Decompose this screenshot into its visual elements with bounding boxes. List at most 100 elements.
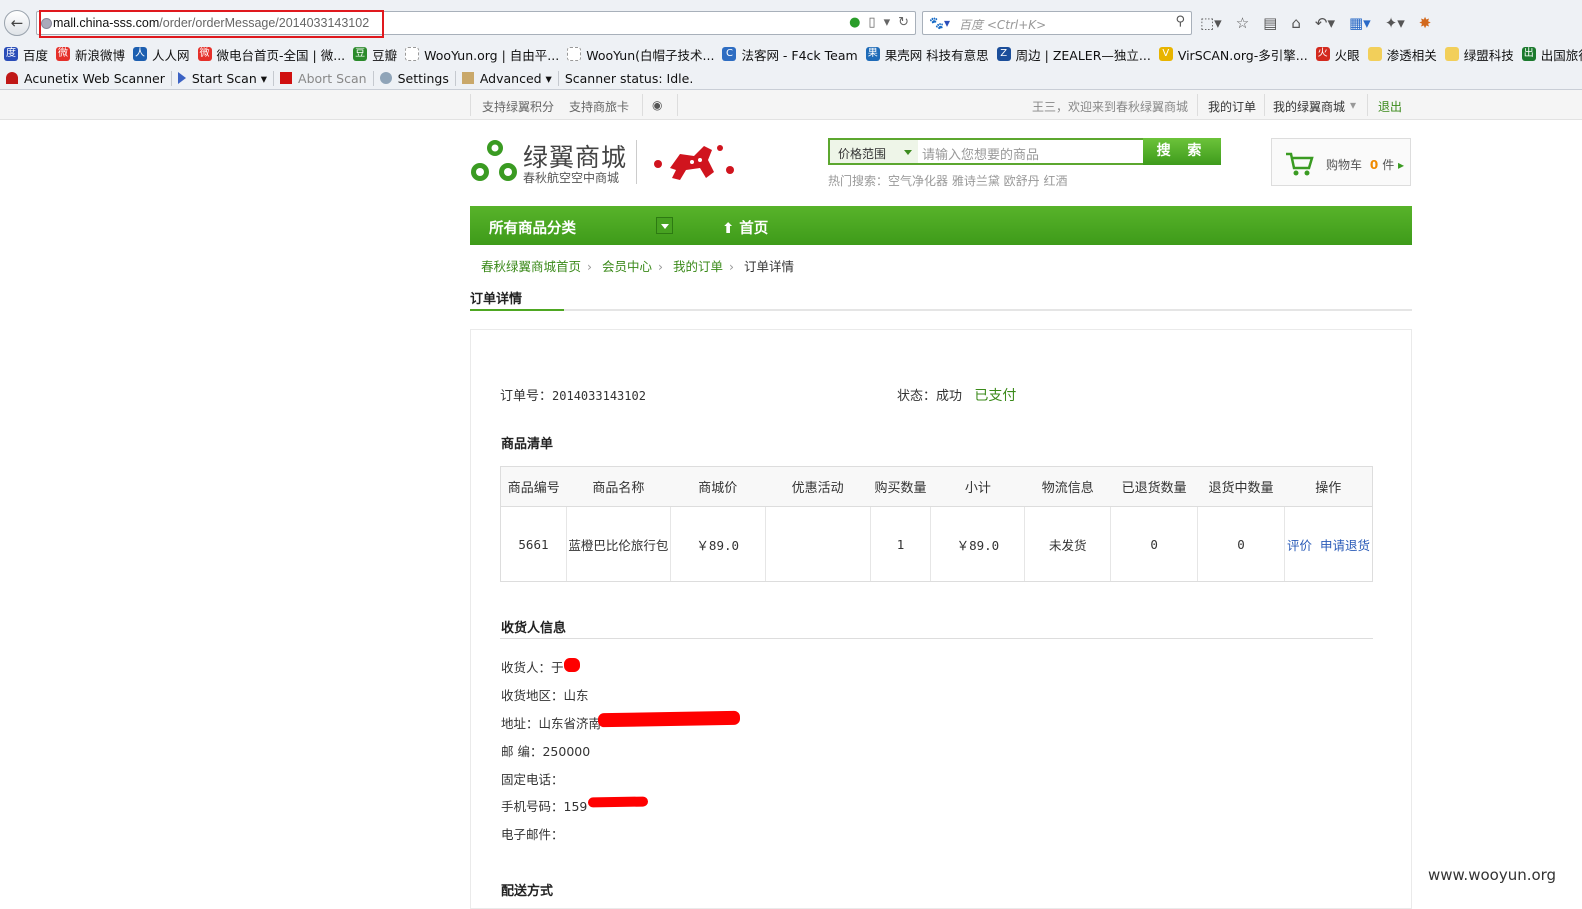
bookmark-item[interactable]: V VirSCAN.org-多引擎... <box>1155 45 1312 64</box>
all-categories-menu[interactable]: 所有商品分类 <box>489 217 576 238</box>
go-icon[interactable]: ● <box>849 15 860 30</box>
column-header: 物流信息 <box>1024 466 1111 507</box>
my-orders-link[interactable]: 我的订单 <box>1208 98 1256 115</box>
nav-home[interactable]: ⬆ 首页 <box>722 217 768 238</box>
mobile-icon[interactable]: ▯ <box>868 15 875 30</box>
receiver-mobile: 手机号码：159 <box>501 799 588 814</box>
breadcrumb-member[interactable]: 会员中心 <box>602 259 652 274</box>
site-top-bar: 支持绿翼积分 支持商旅卡 ◉ 王三，欢迎来到春秋绿翼商城 我的订单 我的绿翼商城… <box>0 90 1582 120</box>
welcome-text: 王三，欢迎来到春秋绿翼商城 <box>1032 100 1189 114</box>
bookmark-item[interactable]: 火火眼 <box>1312 45 1364 64</box>
acunetix-toolbar: Acunetix Web Scanner Start Scan ▾ Abort … <box>0 67 1582 89</box>
logo-subtitle: 春秋航空空中商城 <box>523 171 620 185</box>
redaction-mark <box>587 796 649 808</box>
column-header: 购买数量 <box>870 466 931 507</box>
star-icon[interactable]: ☆ <box>1236 14 1249 32</box>
hot-search[interactable]: 热门搜索：空气净化器 雅诗兰黛 欧舒丹 红酒 <box>828 172 1067 189</box>
search-icon[interactable]: ⚲ <box>1175 14 1185 29</box>
bookmark-item[interactable]: Z 周边 | ZEALER—独立... <box>993 45 1155 64</box>
baidu-icon[interactable]: 🐾▾ <box>929 16 950 30</box>
cart-box[interactable]: 购物车 0件 ▸ <box>1271 138 1411 186</box>
breadcrumb: 春秋绿翼商城首页 › 会员中心 › 我的订单 › 订单详情 <box>481 259 795 274</box>
item-name-link[interactable]: 蓝橙巴比伦旅行包 <box>566 506 671 582</box>
bookmark-item[interactable]: 人人人网 <box>129 45 194 64</box>
order-number: 订单号：2014033143102 <box>500 389 646 404</box>
my-mall-link[interactable]: 我的绿翼商城 <box>1273 98 1345 115</box>
item-actions: 评价 申请退货 <box>1284 506 1374 582</box>
item-price: ￥89.0 <box>670 506 766 582</box>
delivery-section-title: 配送方式 <box>501 884 554 899</box>
order-detail-panel <box>470 329 1412 909</box>
cart-label: 购物车 0件 ▸ <box>1326 158 1405 172</box>
column-header: 商城价 <box>670 466 766 507</box>
extension-icon[interactable]: ✦▾ <box>1385 14 1405 32</box>
bookmark-item[interactable]: 微微电台首页-全国 | 微... <box>194 45 350 64</box>
column-header: 退货中数量 <box>1197 466 1285 507</box>
bookmark-item[interactable]: WooYun.org | 自由平... <box>401 45 563 64</box>
chevron-down-icon[interactable]: ▾ <box>1350 98 1356 112</box>
undo-icon[interactable]: ↶▾ <box>1315 14 1335 32</box>
receiver-email: 电子邮件： <box>501 827 564 842</box>
cart-icon <box>1286 152 1314 176</box>
column-header: 操作 <box>1284 466 1374 507</box>
item-returning: 0 <box>1197 506 1285 582</box>
redaction-mark <box>597 710 741 728</box>
review-link[interactable]: 评价 <box>1287 538 1312 553</box>
receiver-name: 收货人：于 <box>501 660 564 675</box>
search-button[interactable]: 搜 索 <box>1143 138 1221 165</box>
receiver-section-title: 收货人信息 <box>501 621 567 636</box>
abort-scan-button[interactable]: Abort Scan <box>274 70 374 86</box>
top-link-points[interactable]: 支持绿翼积分 <box>482 98 554 115</box>
bookmark-item[interactable]: 度百度 <box>0 45 52 64</box>
receiver-zip: 邮 编：250000 <box>501 744 591 759</box>
column-header: 商品名称 <box>566 466 671 507</box>
reader-icon[interactable]: ▤ <box>1263 14 1277 32</box>
breadcrumb-orders[interactable]: 我的订单 <box>673 259 723 274</box>
logo-icon <box>471 140 517 181</box>
title-underline <box>470 309 1412 311</box>
bookmark-item[interactable]: 豆豆瓣 <box>349 45 401 64</box>
start-scan-button[interactable]: Start Scan ▾ <box>172 70 275 86</box>
logout-link[interactable]: 退出 <box>1378 98 1402 115</box>
bookmark-item[interactable]: WooYun(白帽子技术... <box>563 45 718 64</box>
dropdown-icon[interactable]: ▾ <box>884 15 891 30</box>
firebug-icon[interactable]: ✸ <box>1419 14 1432 32</box>
browser-search-box[interactable]: 🐾▾ 百度 <Ctrl+K> ⚲ <box>922 11 1192 35</box>
bookmark-item[interactable]: 果果壳网 科技有意思 <box>862 45 993 64</box>
bookmark-folder[interactable]: 渗透相关 <box>1364 45 1441 64</box>
page-title: 订单详情 <box>470 292 523 307</box>
search-input[interactable]: 请输入您想要的商品 <box>918 138 1143 165</box>
reload-icon[interactable]: ↻ <box>898 15 909 30</box>
settings-button[interactable]: Settings <box>374 70 456 86</box>
breadcrumb-home[interactable]: 春秋绿翼商城首页 <box>481 259 581 274</box>
back-button[interactable]: ← <box>4 10 30 36</box>
item-id: 5661 <box>500 506 567 582</box>
paid-badge: 已支付 <box>974 388 1017 404</box>
bookmark-item[interactable]: 微新浪微博 <box>52 45 129 64</box>
top-link-card[interactable]: 支持商旅卡 <box>569 98 629 115</box>
column-header: 已退货数量 <box>1110 466 1198 507</box>
breadcrumb-current: 订单详情 <box>744 259 795 274</box>
acunetix-title: Acunetix Web Scanner <box>0 70 172 86</box>
categories-dropdown-icon[interactable] <box>656 217 673 234</box>
column-header: 小计 <box>930 466 1025 507</box>
item-subtotal: ￥89.0 <box>930 506 1026 582</box>
item-promo <box>765 506 871 582</box>
item-logistics: 未发货 <box>1024 506 1112 582</box>
bookmark-folder[interactable]: 绿盟科技 <box>1441 45 1518 64</box>
return-link[interactable]: 申请退货 <box>1320 538 1370 553</box>
price-range-select[interactable]: 价格范围 <box>828 138 918 165</box>
advanced-button[interactable]: Advanced ▾ <box>456 70 559 86</box>
home-icon[interactable]: ⌂ <box>1291 14 1301 32</box>
addon-icon[interactable]: ▦▾ <box>1349 14 1371 32</box>
receiver-region: 收货地区：山东 <box>501 688 589 703</box>
weibo-icon[interactable]: ◉ <box>652 98 662 112</box>
screenshot-icon[interactable]: ⬚▾ <box>1200 14 1222 32</box>
bookmarks-bar: 度百度 微新浪微博 人人人网 微微电台首页-全国 | 微... 豆豆瓣 WooY… <box>0 43 1582 65</box>
site-logo[interactable]: 绿翼商城 春秋航空空中商城 <box>470 138 750 188</box>
bookmark-item[interactable]: C 法客网 - F4ck Team <box>718 45 861 64</box>
url-highlight-box <box>39 10 384 38</box>
bookmark-item[interactable]: 出出国旅行目的 <box>1518 45 1582 64</box>
horse-emblem-icon <box>654 145 734 180</box>
toolbar-icons: ⬚▾ ☆ ▤ ⌂ ↶▾ ▦▾ ✦▾ ✸ <box>1200 14 1431 32</box>
